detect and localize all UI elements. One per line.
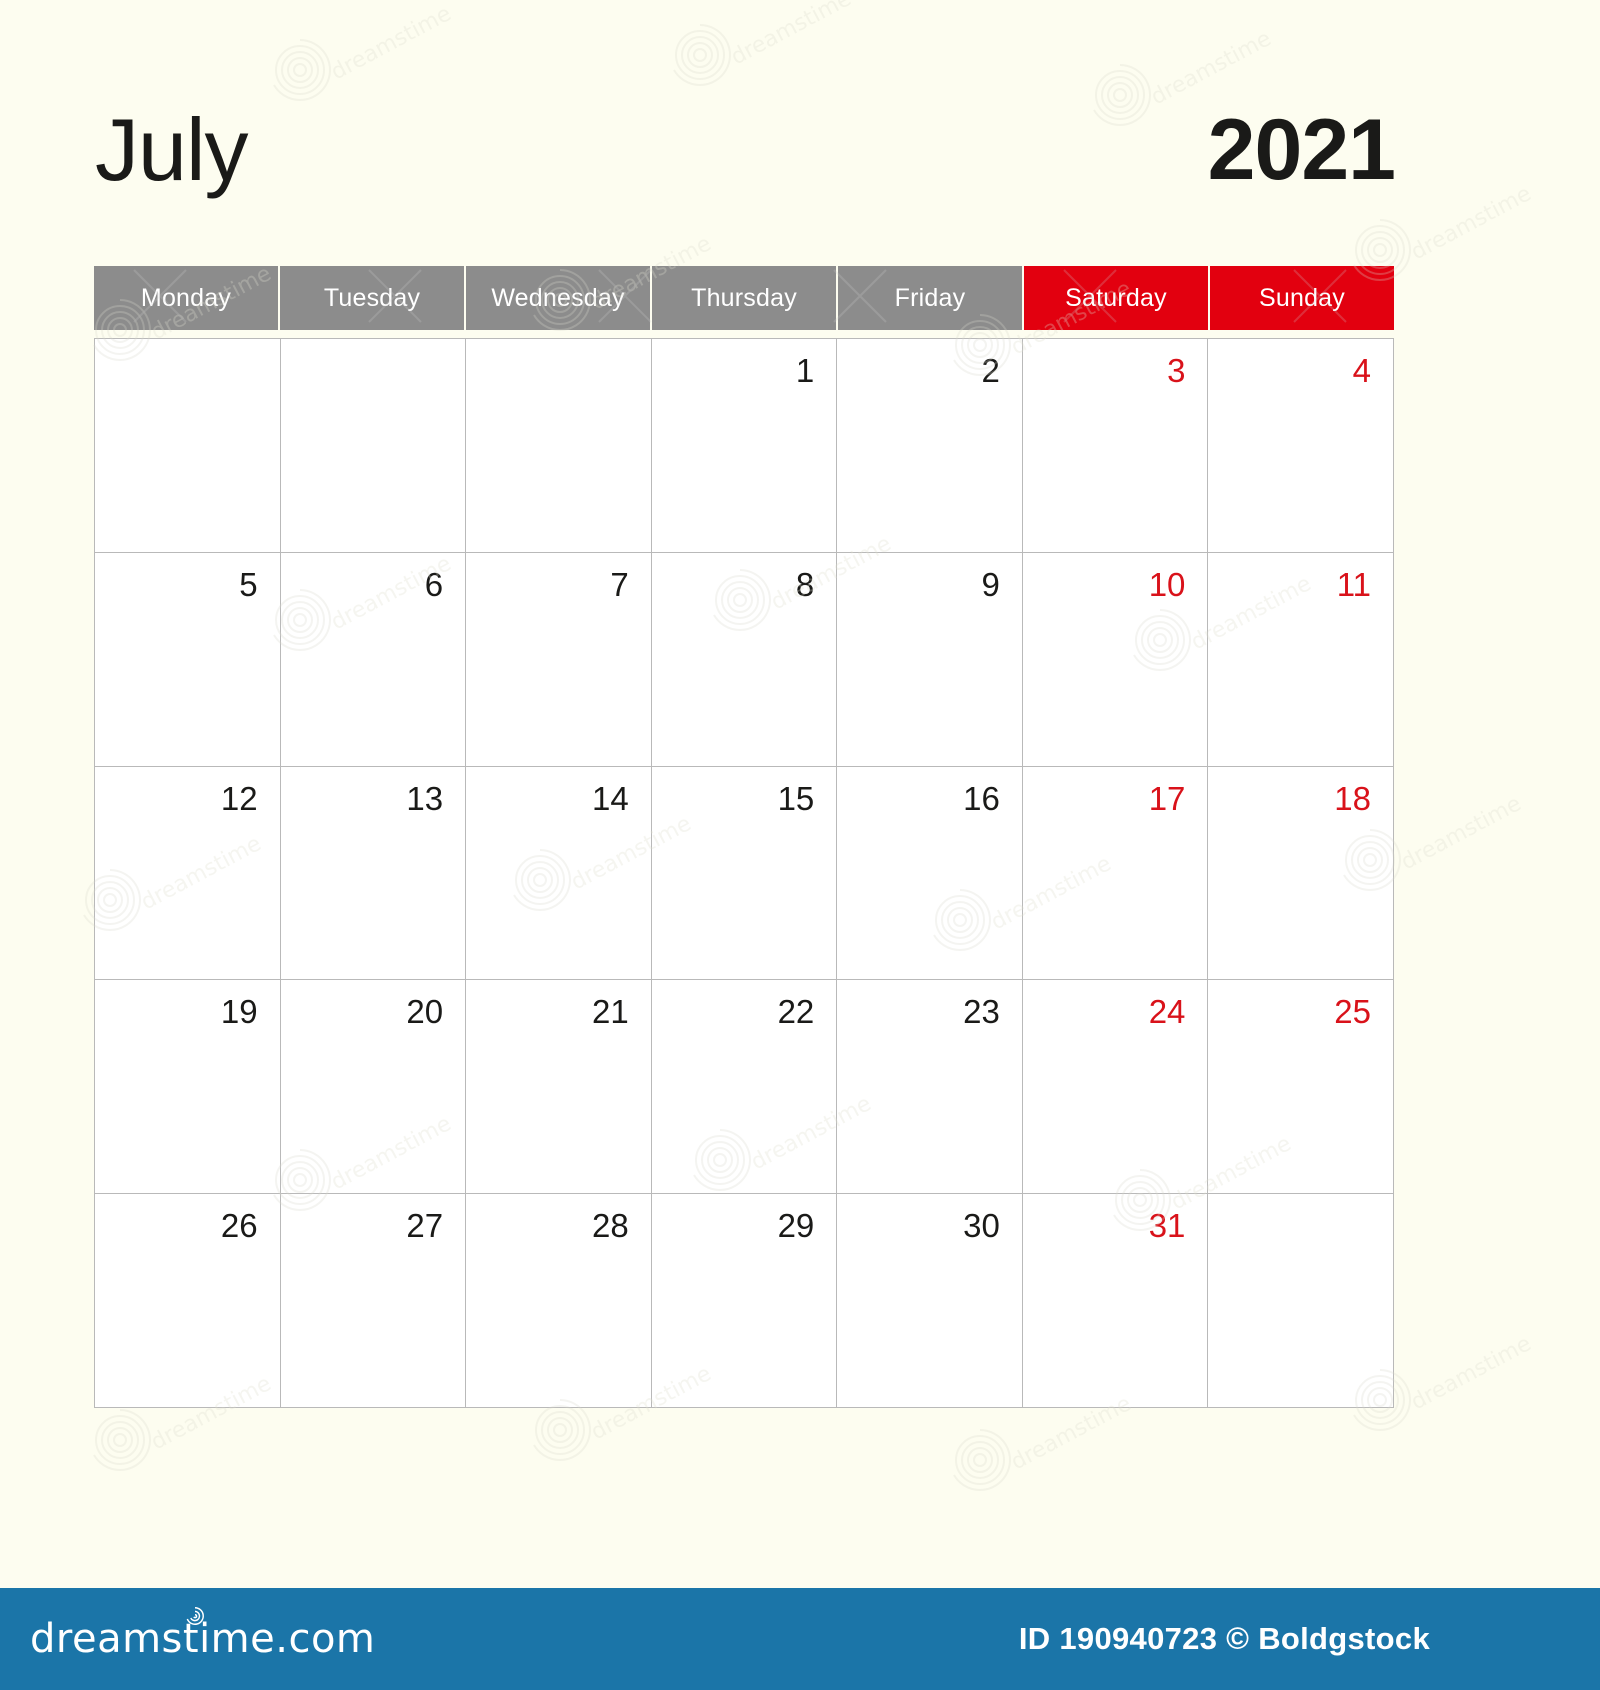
day-number: 4 (1352, 352, 1371, 389)
day-number: 23 (963, 993, 1000, 1031)
day-cell[interactable]: 17 (1022, 766, 1209, 981)
day-cell-empty (466, 339, 652, 553)
page-title-month: July (95, 99, 248, 199)
day-cell-empty (1208, 1194, 1394, 1408)
day-number: 24 (1148, 993, 1186, 1031)
day-cell[interactable]: 29 (651, 1194, 838, 1408)
day-cell[interactable]: 23 (837, 980, 1023, 1195)
day-number: 17 (1148, 779, 1186, 817)
day-number: 21 (591, 993, 629, 1031)
day-number: 12 (220, 779, 258, 817)
day-cell[interactable]: 21 (466, 980, 652, 1195)
day-cell[interactable]: 12 (95, 766, 281, 981)
day-number: 3 (1167, 352, 1186, 389)
calendar-title-row: July 2021 (95, 92, 1396, 207)
day-number: 16 (963, 779, 1000, 817)
day-number: 18 (1334, 779, 1371, 817)
day-number: 6 (425, 566, 443, 603)
calendar-grid: 1234567891011121314151617181920212223242… (94, 338, 1394, 1408)
day-cell-empty (280, 339, 467, 553)
day-cell[interactable]: 4 (1208, 339, 1394, 553)
dreamstime-logo[interactable]: dreamstime.com (30, 1607, 375, 1659)
day-cell[interactable]: 25 (1208, 980, 1394, 1195)
weekday-header-label: Saturday (1065, 284, 1167, 313)
weekday-header-saturday: Saturday (1024, 266, 1208, 330)
day-number: 10 (1148, 565, 1186, 603)
calendar-page: July 2021 Monday Tuesday Wednesday Thursday… (0, 0, 1600, 1588)
weekday-header-wednesday: Wednesday (466, 266, 650, 330)
day-cell[interactable]: 7 (466, 552, 652, 767)
day-cell[interactable]: 10 (1022, 552, 1209, 767)
day-cell[interactable]: 28 (466, 1194, 652, 1408)
weekday-header-thursday: Thursday (652, 266, 836, 330)
weekday-header-sunday: Sunday (1210, 266, 1394, 330)
image-credit: ID 190940723 © Boldgstock (1018, 1621, 1430, 1656)
day-cell[interactable]: 1 (651, 339, 838, 553)
day-cell[interactable]: 8 (651, 552, 838, 767)
day-number: 20 (406, 993, 444, 1031)
day-number: 14 (591, 779, 629, 817)
weekday-header-tuesday: Tuesday (280, 266, 464, 330)
weekday-header-label: Sunday (1259, 283, 1345, 312)
day-cell[interactable]: 9 (837, 552, 1023, 767)
day-cell[interactable]: 15 (651, 766, 838, 981)
weekday-header-label: Friday (894, 283, 966, 312)
day-cell[interactable]: 27 (280, 1194, 467, 1408)
page-title-year: 2021 (1207, 101, 1396, 198)
day-number: 15 (777, 779, 815, 817)
day-number: 27 (406, 1207, 444, 1245)
day-cell[interactable]: 14 (466, 766, 652, 981)
day-number: 11 (1336, 565, 1371, 603)
day-number: 19 (220, 993, 258, 1031)
day-cell[interactable]: 13 (280, 766, 467, 981)
day-number: 25 (1334, 993, 1371, 1031)
day-number: 7 (610, 565, 629, 603)
day-cell[interactable]: 6 (280, 552, 467, 767)
day-cell[interactable]: 20 (280, 980, 467, 1195)
day-number: 9 (981, 565, 1000, 603)
spiral-icon (186, 1607, 204, 1625)
day-cell[interactable]: 16 (837, 766, 1023, 981)
day-cell[interactable]: 5 (95, 552, 281, 767)
day-cell[interactable]: 24 (1022, 980, 1209, 1195)
weekday-header-label: Monday (140, 283, 232, 312)
day-number: 22 (777, 993, 815, 1031)
day-number: 5 (239, 565, 258, 603)
weekday-header-label: Tuesday (323, 283, 421, 312)
day-cell[interactable]: 31 (1022, 1194, 1209, 1408)
day-number: 28 (591, 1207, 629, 1245)
day-cell[interactable]: 26 (95, 1194, 281, 1408)
day-cell[interactable]: 30 (837, 1194, 1023, 1408)
day-cell-empty (95, 339, 281, 553)
day-number: 29 (777, 1207, 815, 1245)
day-cell[interactable]: 22 (651, 980, 838, 1195)
day-cell[interactable]: 11 (1208, 552, 1394, 767)
day-cell[interactable]: 2 (837, 339, 1023, 553)
day-cell[interactable]: 18 (1208, 766, 1394, 981)
stock-footer-bar: dreamstime.com ID 190940723 © Boldgstock (0, 1588, 1600, 1690)
weekday-header-monday: Monday (94, 266, 278, 330)
weekday-header-label: Wednesday (491, 283, 625, 312)
day-number: 26 (220, 1207, 258, 1245)
day-cell[interactable]: 19 (95, 980, 281, 1195)
weekday-header-friday: Friday (838, 266, 1022, 330)
day-number: 8 (796, 566, 814, 603)
day-number: 1 (795, 352, 815, 389)
day-number: 30 (963, 1207, 1000, 1245)
day-number: 31 (1148, 1207, 1186, 1245)
weekday-header-row: Monday Tuesday Wednesday Thursday Friday Satu… (94, 266, 1394, 330)
day-cell[interactable]: 3 (1022, 339, 1209, 553)
day-number: 2 (981, 352, 1000, 389)
weekday-header-label: Thursday (691, 283, 797, 312)
day-number: 13 (406, 779, 444, 817)
